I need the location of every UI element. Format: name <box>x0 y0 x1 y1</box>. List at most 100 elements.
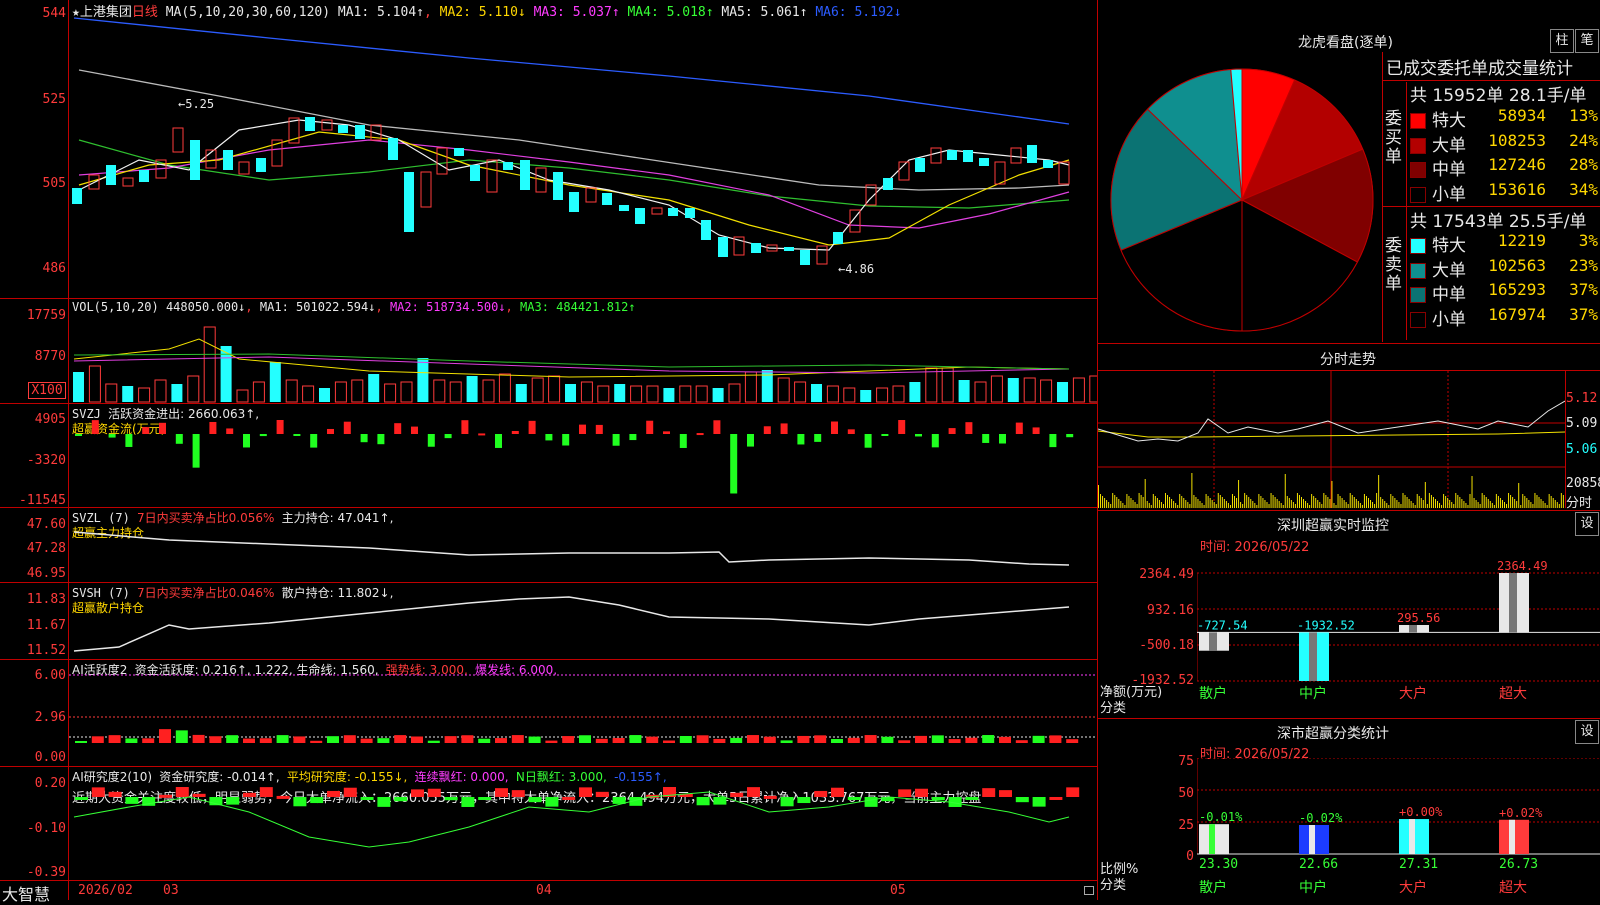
flow-bar <box>175 434 183 444</box>
volume-chart[interactable] <box>69 299 1097 403</box>
flow-bar <box>595 424 603 434</box>
sz-class-ytick: 75 <box>1178 754 1194 769</box>
intraday-vol-bar <box>1477 502 1479 508</box>
sz-class-chart[interactable]: -0.01% 23.30 散户 -0.02% 22.66 中户 +0.00% 27.31 大户 +… <box>1197 758 1600 900</box>
intraday-vol-bar <box>1126 494 1128 508</box>
svsh-chart[interactable] <box>69 583 1097 659</box>
candlestick-chart[interactable] <box>69 0 1097 298</box>
intraday-vol-bar <box>1278 501 1280 508</box>
intraday-vol-bar <box>1294 504 1296 508</box>
ai-active-chart[interactable] <box>69 660 1097 766</box>
intraday-vol-bar <box>1540 499 1542 508</box>
intraday-vol-bar <box>1520 505 1522 508</box>
activity-bar <box>948 739 961 743</box>
lock-icon[interactable] <box>1084 886 1094 895</box>
ai-research-chart[interactable] <box>69 767 1097 880</box>
volume-bar <box>958 380 970 402</box>
class-bar-shade <box>1209 824 1215 854</box>
activity-bar <box>461 735 474 743</box>
class-change-label: -0.02% <box>1299 811 1343 825</box>
intraday-vol-bar <box>1122 503 1124 508</box>
color-swatch <box>1410 113 1426 129</box>
intraday-vol-bar <box>1148 503 1150 508</box>
intraday-vol-bar <box>1227 503 1229 508</box>
monitor-value-label: -1932.52 <box>1297 618 1355 632</box>
intraday-vol-bar <box>1256 505 1258 508</box>
intraday-vol-bar <box>1552 498 1554 508</box>
volume-bar <box>1072 377 1085 403</box>
research-bar <box>1032 797 1046 807</box>
sz-monitor-settings-button[interactable]: 设 <box>1575 512 1599 536</box>
intraday-vol-bar <box>1556 502 1558 508</box>
intraday-vol-bar <box>1528 500 1530 508</box>
intraday-vol-bar <box>1394 498 1396 508</box>
order-type: 中单 <box>1432 160 1466 180</box>
intraday-vol-bar <box>1262 498 1264 508</box>
intraday-vol-bar <box>1341 498 1343 508</box>
intraday-vol-bar <box>1534 493 1536 508</box>
intraday-vol-bar <box>1223 499 1225 508</box>
intraday-vol-bar <box>1372 502 1374 508</box>
intraday-vol-bar <box>1418 496 1420 508</box>
research-bar <box>478 797 492 800</box>
flow-bar <box>780 423 788 434</box>
volume-bar <box>203 326 216 403</box>
intraday-vol-bar <box>1248 497 1250 508</box>
volume-bar <box>187 375 200 403</box>
order-volume: 108253 <box>1488 130 1546 150</box>
flow-bar <box>982 434 990 443</box>
intraday-price: 5.06 <box>1566 442 1598 457</box>
class-category-label: 中户 <box>1299 879 1327 896</box>
intraday-vol-bar <box>1522 494 1524 508</box>
intraday-vol-bar <box>1242 504 1244 508</box>
intraday-vol-bar <box>1144 479 1146 508</box>
sz-class-settings-button[interactable]: 设 <box>1575 720 1599 744</box>
monitor-bar-shade <box>1209 632 1217 651</box>
intraday-vol-bar <box>1164 493 1166 508</box>
intraday-vol-bar <box>1240 502 1242 508</box>
activity-bar <box>511 735 524 743</box>
buy-total: 共 15952单 28.1手/单 <box>1410 86 1587 106</box>
activity-bar <box>192 734 205 743</box>
volume-bar <box>449 381 462 403</box>
activity-bar <box>763 736 776 743</box>
activity-bar <box>394 735 407 743</box>
svzl-chart[interactable] <box>69 508 1097 582</box>
tick-mode-button[interactable]: 笔 <box>1575 29 1599 53</box>
research-bar <box>814 790 828 797</box>
activity-bar <box>427 740 440 743</box>
intraday-vol-bar <box>1416 494 1418 508</box>
vol-ytick: 17759 <box>26 308 66 323</box>
order-percent: 13% <box>1569 106 1598 125</box>
ai-research-ytick: -0.10 <box>26 821 66 836</box>
flow-bar <box>931 434 939 448</box>
intraday-chart[interactable] <box>1098 371 1565 508</box>
activity-bar <box>310 740 323 743</box>
intraday-vol-bar <box>1402 493 1404 508</box>
svzj-ytick: -11545 <box>19 493 66 508</box>
research-bar <box>965 797 979 800</box>
ai-active-ytick: 2.96 <box>34 710 66 725</box>
intraday-vol-bar <box>1335 505 1337 508</box>
class-value-label: 23.30 <box>1199 857 1238 872</box>
research-bar <box>159 794 172 798</box>
intraday-vol-bar <box>1154 496 1156 508</box>
sz-monitor-chart[interactable]: -727.54 散户 -1932.52 中户 295.56 大户 2364.49 超大 <box>1197 555 1600 715</box>
monitor-value-label: -727.54 <box>1197 618 1248 632</box>
class-value-label: 26.73 <box>1499 857 1538 872</box>
intraday-vol-bar <box>1199 501 1201 508</box>
order-pie-chart[interactable] <box>1108 66 1376 334</box>
intraday-vol-bar <box>1481 493 1483 508</box>
intraday-vol-bar <box>1548 494 1550 508</box>
volume-bar <box>138 387 151 403</box>
intraday-vol-bar <box>1510 495 1512 508</box>
intraday-vol-bar <box>1309 505 1311 508</box>
intraday-vol-bar <box>1193 495 1195 508</box>
intraday-vol-bar <box>1382 499 1384 508</box>
svzj-chart[interactable] <box>69 404 1097 507</box>
svzj-ytick: -3320 <box>26 453 66 468</box>
bar-mode-button[interactable]: 柱 <box>1550 29 1574 53</box>
intraday-vol-bar <box>1290 500 1292 508</box>
date-label: 04 <box>536 883 552 898</box>
intraday-vol-bar <box>1406 497 1408 508</box>
